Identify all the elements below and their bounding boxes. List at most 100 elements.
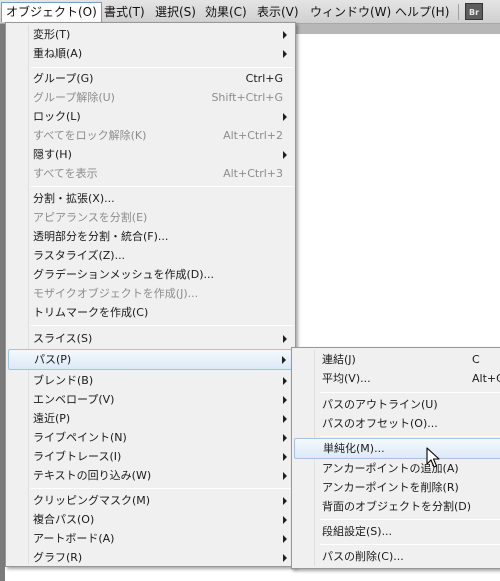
menu-item-show-all[interactable]: すべてを表示 Alt+Ctrl+3: [8, 164, 293, 183]
menu-item-graph[interactable]: グラフ(R): [8, 548, 293, 567]
submenu-item-label: 段組設定(S)...: [322, 525, 393, 538]
menu-item-label: アートボード(A): [33, 532, 115, 545]
menu-item-text-wrap[interactable]: テキストの回り込み(W): [8, 466, 293, 485]
menu-bar: オブジェクト(O) 書式(T) 選択(S) 効果(C) 表示(V) ウィンドウ(…: [0, 0, 500, 24]
submenu-item-average[interactable]: 平均(V)... Alt+C: [294, 369, 500, 388]
submenu-item-label: パスのアウトライン(U): [322, 398, 438, 411]
menu-item-label: モザイクオブジェクトを作成(J)...: [33, 287, 199, 300]
menu-item-expand[interactable]: 分割・拡張(X)...: [8, 189, 293, 208]
menu-item-blend[interactable]: ブレンド(B): [8, 371, 293, 390]
menu-separator: [31, 488, 293, 489]
menu-item-flatten-transparency[interactable]: 透明部分を分割・統合(F)...: [8, 227, 293, 246]
menu-view[interactable]: 表示(V): [253, 2, 303, 22]
menu-item-label: ラスタライズ(Z)...: [33, 249, 126, 262]
path-submenu: 連結(J) C 平均(V)... Alt+C パスのアウトライン(U) パスのオ…: [291, 347, 500, 569]
menu-effect[interactable]: 効果(C): [201, 2, 251, 22]
menu-item-envelope[interactable]: エンベロープ(V): [8, 390, 293, 409]
menu-item-label: ロック(L): [33, 110, 81, 123]
menu-item-expand-appearance[interactable]: アピアランスを分割(E): [8, 208, 293, 227]
submenu-arrow-icon: [283, 377, 287, 385]
menu-item-label: スライス(S): [33, 332, 93, 345]
menu-select[interactable]: 選択(S): [151, 2, 200, 22]
menu-item-label: グループ(G): [33, 72, 94, 85]
menu-item-ungroup[interactable]: グループ解除(U) Shift+Ctrl+G: [8, 88, 293, 107]
menu-item-label: 複合パス(O): [33, 513, 95, 526]
menu-item-label: グラフ(R): [33, 551, 83, 564]
menu-item-live-trace[interactable]: ライブトレース(I): [8, 447, 293, 466]
menu-item-unlock-all[interactable]: すべてをロック解除(K) Alt+Ctrl+2: [8, 126, 293, 145]
submenu-item-add-anchor-points[interactable]: アンカーポイントの追加(A): [294, 459, 500, 478]
menu-item-group[interactable]: グループ(G) Ctrl+G: [8, 69, 293, 88]
mouse-pointer-icon: [426, 447, 440, 468]
submenu-item-split-into-grid[interactable]: 段組設定(S)...: [294, 522, 500, 541]
submenu-item-label: パスの削除(C)...: [322, 550, 404, 563]
submenu-item-simplify[interactable]: 単純化(M)...: [294, 438, 500, 459]
menu-separator: [320, 436, 500, 437]
menu-item-label: 重ね順(A): [33, 47, 83, 60]
submenu-item-label: パスのオフセット(O)...: [322, 417, 438, 430]
submenu-item-outline-stroke[interactable]: パスのアウトライン(U): [294, 395, 500, 414]
menu-item-path[interactable]: パス(P): [8, 349, 293, 370]
menu-item-live-paint[interactable]: ライブペイント(N): [8, 428, 293, 447]
menu-separator: [31, 186, 293, 187]
submenu-arrow-icon: [283, 50, 287, 58]
menu-item-label: 透明部分を分割・統合(F)...: [33, 230, 169, 243]
menu-item-lock[interactable]: ロック(L): [8, 107, 293, 126]
menu-item-label: グループ解除(U): [33, 91, 115, 104]
submenu-arrow-icon: [283, 335, 287, 343]
submenu-arrow-icon: [283, 497, 287, 505]
menu-item-hide[interactable]: 隠す(H): [8, 145, 293, 164]
submenu-item-divide-objects-below[interactable]: 背面のオブジェクトを分割(D): [294, 497, 500, 516]
menu-item-label: 遠近(P): [33, 412, 71, 425]
submenu-arrow-icon: [283, 113, 287, 121]
menu-item-shortcut: Alt+Ctrl+3: [223, 167, 283, 180]
menu-item-label: 分割・拡張(X)...: [33, 192, 115, 205]
menu-item-label: ライブペイント(N): [33, 431, 127, 444]
submenu-item-join[interactable]: 連結(J) C: [294, 350, 500, 369]
menu-item-label: ブレンド(B): [33, 374, 94, 387]
submenu-item-offset-path[interactable]: パスのオフセット(O)...: [294, 414, 500, 433]
menu-item-mosaic[interactable]: モザイクオブジェクトを作成(J)...: [8, 284, 293, 303]
menu-window[interactable]: ウィンドウ(W): [306, 2, 395, 22]
menu-separator: [320, 544, 500, 545]
submenu-arrow-icon: [282, 356, 286, 364]
menu-item-compound-path[interactable]: 複合パス(O): [8, 510, 293, 529]
menu-object[interactable]: オブジェクト(O): [1, 2, 102, 22]
submenu-arrow-icon: [283, 31, 287, 39]
menu-item-slice[interactable]: スライス(S): [8, 329, 293, 348]
menu-item-gradient-mesh[interactable]: グラデーションメッシュを作成(D)...: [8, 265, 293, 284]
menu-item-clipping-mask[interactable]: クリッピングマスク(M): [8, 491, 293, 510]
menu-item-label: すべてを表示: [33, 167, 98, 180]
submenu-arrow-icon: [283, 554, 287, 562]
menu-item-trim-marks[interactable]: トリムマークを作成(C): [8, 303, 293, 322]
submenu-arrow-icon: [283, 434, 287, 442]
menu-item-label: アピアランスを分割(E): [33, 211, 148, 224]
menu-item-label: ライブトレース(I): [33, 450, 122, 463]
menu-item-rasterize[interactable]: ラスタライズ(Z)...: [8, 246, 293, 265]
menu-item-label: クリッピングマスク(M): [33, 494, 151, 507]
menu-help[interactable]: ヘルプ(H): [391, 2, 453, 22]
submenu-arrow-icon: [283, 415, 287, 423]
menu-item-label: すべてをロック解除(K): [33, 129, 147, 142]
submenu-item-shortcut: Alt+C: [472, 372, 500, 385]
menu-item-arrange[interactable]: 重ね順(A): [8, 44, 293, 63]
menu-item-label: エンベロープ(V): [33, 393, 115, 406]
menu-item-transform[interactable]: 変形(T): [8, 25, 293, 44]
submenu-item-clean-up[interactable]: パスの削除(C)...: [294, 547, 500, 566]
menu-item-perspective[interactable]: 遠近(P): [8, 409, 293, 428]
menu-item-label: グラデーションメッシュを作成(D)...: [33, 268, 214, 281]
submenu-arrow-icon: [283, 453, 287, 461]
submenu-arrow-icon: [283, 396, 287, 404]
submenu-item-remove-anchor-points[interactable]: アンカーポイントを削除(R): [294, 478, 500, 497]
submenu-item-label: 背面のオブジェクトを分割(D): [322, 500, 472, 513]
bridge-icon[interactable]: Br: [465, 3, 483, 20]
menu-item-artboard[interactable]: アートボード(A): [8, 529, 293, 548]
menu-separator: [31, 325, 293, 326]
submenu-arrow-icon: [283, 535, 287, 543]
submenu-item-label: アンカーポイントを削除(R): [322, 481, 459, 494]
menu-separator: [320, 519, 500, 520]
menu-item-label: 隠す(H): [33, 148, 72, 161]
submenu-arrow-icon: [283, 472, 287, 480]
menu-type[interactable]: 書式(T): [100, 2, 149, 22]
menu-item-label: 変形(T): [33, 28, 71, 41]
